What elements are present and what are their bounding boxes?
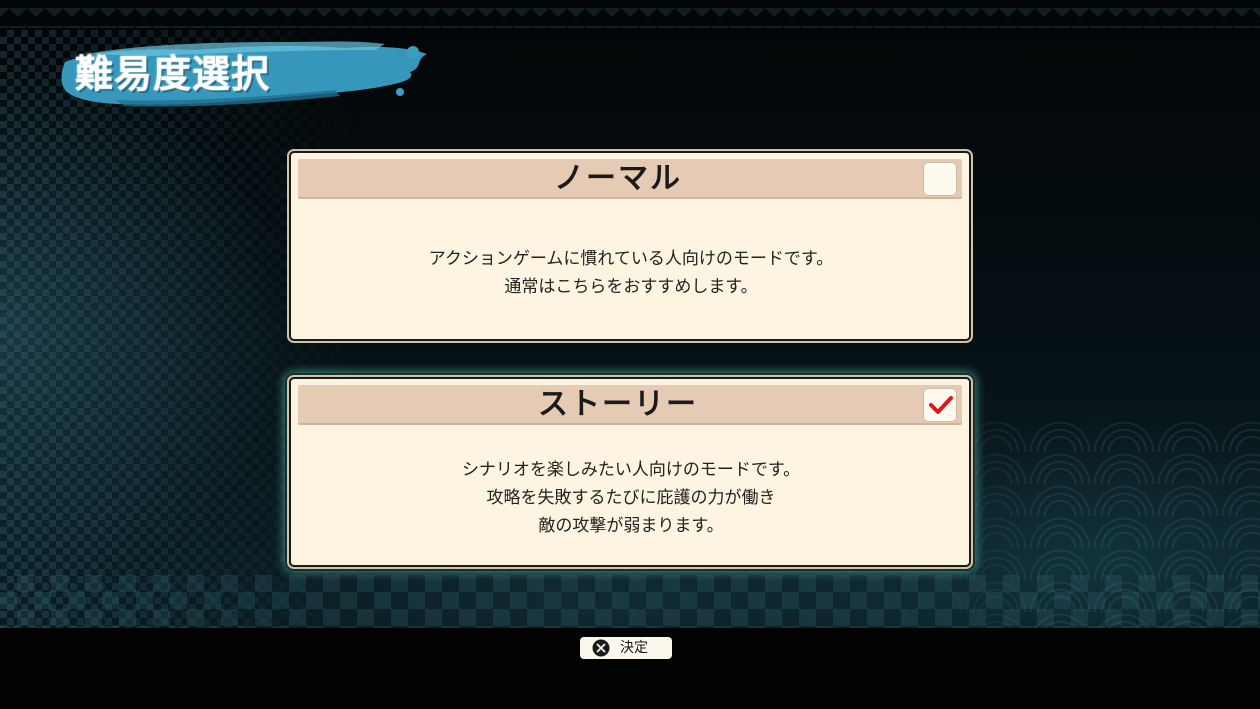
difficulty-option-normal[interactable]: ノーマル アクションゲームに慣れている人向けのモードです。 通常はこちらをおすす… (289, 151, 971, 341)
option-header: ストーリー (298, 385, 962, 425)
option-title: ノーマル (554, 161, 682, 196)
option-description: アクションゲームに慣れている人向けのモードです。 通常はこちらをおすすめします。 (311, 245, 951, 301)
check-mark-icon (929, 396, 953, 414)
description-line: 攻略を失敗するたびに庇護の力が働き (486, 488, 776, 508)
confirm-button[interactable]: 決定 (580, 637, 672, 659)
option-checkbox[interactable] (923, 162, 957, 196)
zigzag-pattern-decoration (0, 8, 1260, 28)
page-title: 難易度選択 (75, 52, 271, 96)
option-description: シナリオを楽しみたい人向けのモードです。 攻略を失敗するたびに庇護の力が働き 敵… (311, 456, 951, 540)
description-line: 通常はこちらをおすすめします。 (504, 277, 758, 297)
cross-button-icon (592, 639, 610, 657)
description-line: アクションゲームに慣れている人向けのモードです。 (428, 249, 834, 269)
difficulty-option-story[interactable]: ストーリー シナリオを楽しみたい人向けのモードです。 攻略を失敗するたびに庇護の… (289, 377, 971, 567)
option-title: ストーリー (538, 387, 698, 422)
confirm-label: 決定 (620, 640, 648, 656)
description-line: シナリオを楽しみたい人向けのモードです。 (461, 460, 801, 480)
difficulty-select-screen: 難易度選択 ノーマル アクションゲームに慣れている人向けのモードです。 通常はこ… (0, 0, 1260, 709)
diamond-pattern-decoration (0, 575, 1260, 630)
option-header: ノーマル (298, 159, 962, 199)
description-line: 敵の攻撃が弱まります。 (538, 516, 724, 536)
option-checkbox[interactable] (923, 388, 957, 422)
